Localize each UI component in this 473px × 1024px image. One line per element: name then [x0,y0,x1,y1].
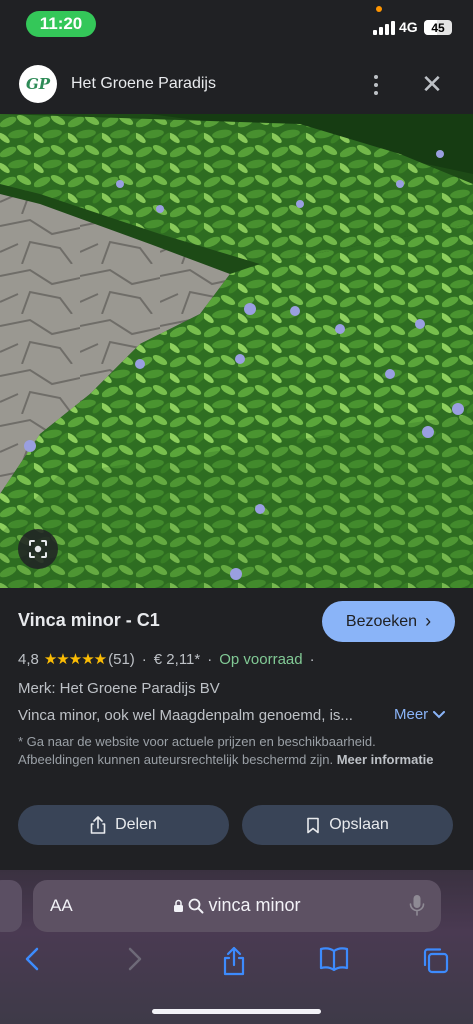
microphone-icon[interactable] [409,894,425,918]
source-header: GP Het Groene Paradijs ✕ [0,56,473,114]
separator-dot: · [309,650,315,668]
screen: 11:20 4G 45 GP Het Groene Paradijs ✕ Vin… [0,0,473,1024]
chevron-right-icon: › [425,611,432,631]
availability-status: Op voorraad [219,650,303,668]
disclaimer-text: * Ga naar de website voor actuele prijze… [18,734,376,767]
visit-button[interactable]: Bezoeken › [322,601,455,642]
browser-bottom-bar: AA vinca minor [0,870,473,1024]
more-options-icon[interactable] [366,73,386,97]
address-bar[interactable]: AA vinca minor [33,880,441,932]
more-info-link[interactable]: Meer informatie [337,752,434,767]
forward-icon[interactable] [127,946,143,972]
google-lens-button[interactable] [18,529,58,569]
previous-tab-preview[interactable] [0,880,22,932]
separator-dot: · [141,650,147,668]
cellular-signal-icon [373,21,395,35]
search-icon [189,898,204,913]
product-description: Vinca minor, ook wel Maagdenpalm genoemd… [18,707,353,724]
periwinkle-photo [0,114,473,588]
battery-icon: 45 [424,20,452,35]
close-icon[interactable]: ✕ [420,71,444,97]
address-display[interactable]: vinca minor [33,895,441,916]
share-icon [90,816,106,834]
share-button-label: Delen [115,816,157,833]
visit-button-label: Bezoeken [345,612,418,630]
save-button[interactable]: Opslaan [242,805,453,845]
share-icon[interactable] [222,946,246,976]
rating-row: 4,8 ★★★★★ (51) · € 2,11* · Op voorraad · [18,650,322,669]
status-bar: 11:20 4G 45 [0,0,473,50]
separator-dot: · [207,650,213,668]
camera-search-icon [29,540,47,558]
more-button-label: Meer [394,706,429,723]
browser-toolbar [0,946,473,976]
product-title: Vinca minor - C1 [18,610,160,630]
review-count: (51) [108,650,135,668]
tabs-icon[interactable] [421,946,449,974]
share-button[interactable]: Delen [18,805,229,845]
product-image[interactable] [0,114,473,588]
rating-value: 4,8 [18,650,39,668]
product-price: € 2,11* [153,650,201,668]
site-name[interactable]: Het Groene Paradijs [71,75,216,93]
privacy-indicator [376,6,382,12]
disclaimer: * Ga naar de website voor actuele prijze… [18,733,448,769]
save-button-label: Opslaan [329,816,389,833]
rating-stars: ★★★★★ [43,651,107,668]
bookmark-icon [307,817,320,833]
lock-icon [174,899,184,912]
bookmarks-icon[interactable] [319,946,349,972]
status-time[interactable]: 11:20 [26,11,96,37]
url-text: vinca minor [208,895,301,915]
chevron-down-icon [433,710,446,718]
back-icon[interactable] [24,946,40,972]
more-button[interactable]: Meer [394,706,446,723]
site-logo[interactable]: GP [19,65,57,103]
network-type: 4G [399,19,418,35]
home-indicator[interactable] [152,1009,321,1014]
product-brand: Merk: Het Groene Paradijs BV [18,680,220,697]
battery-level: 45 [431,20,445,35]
